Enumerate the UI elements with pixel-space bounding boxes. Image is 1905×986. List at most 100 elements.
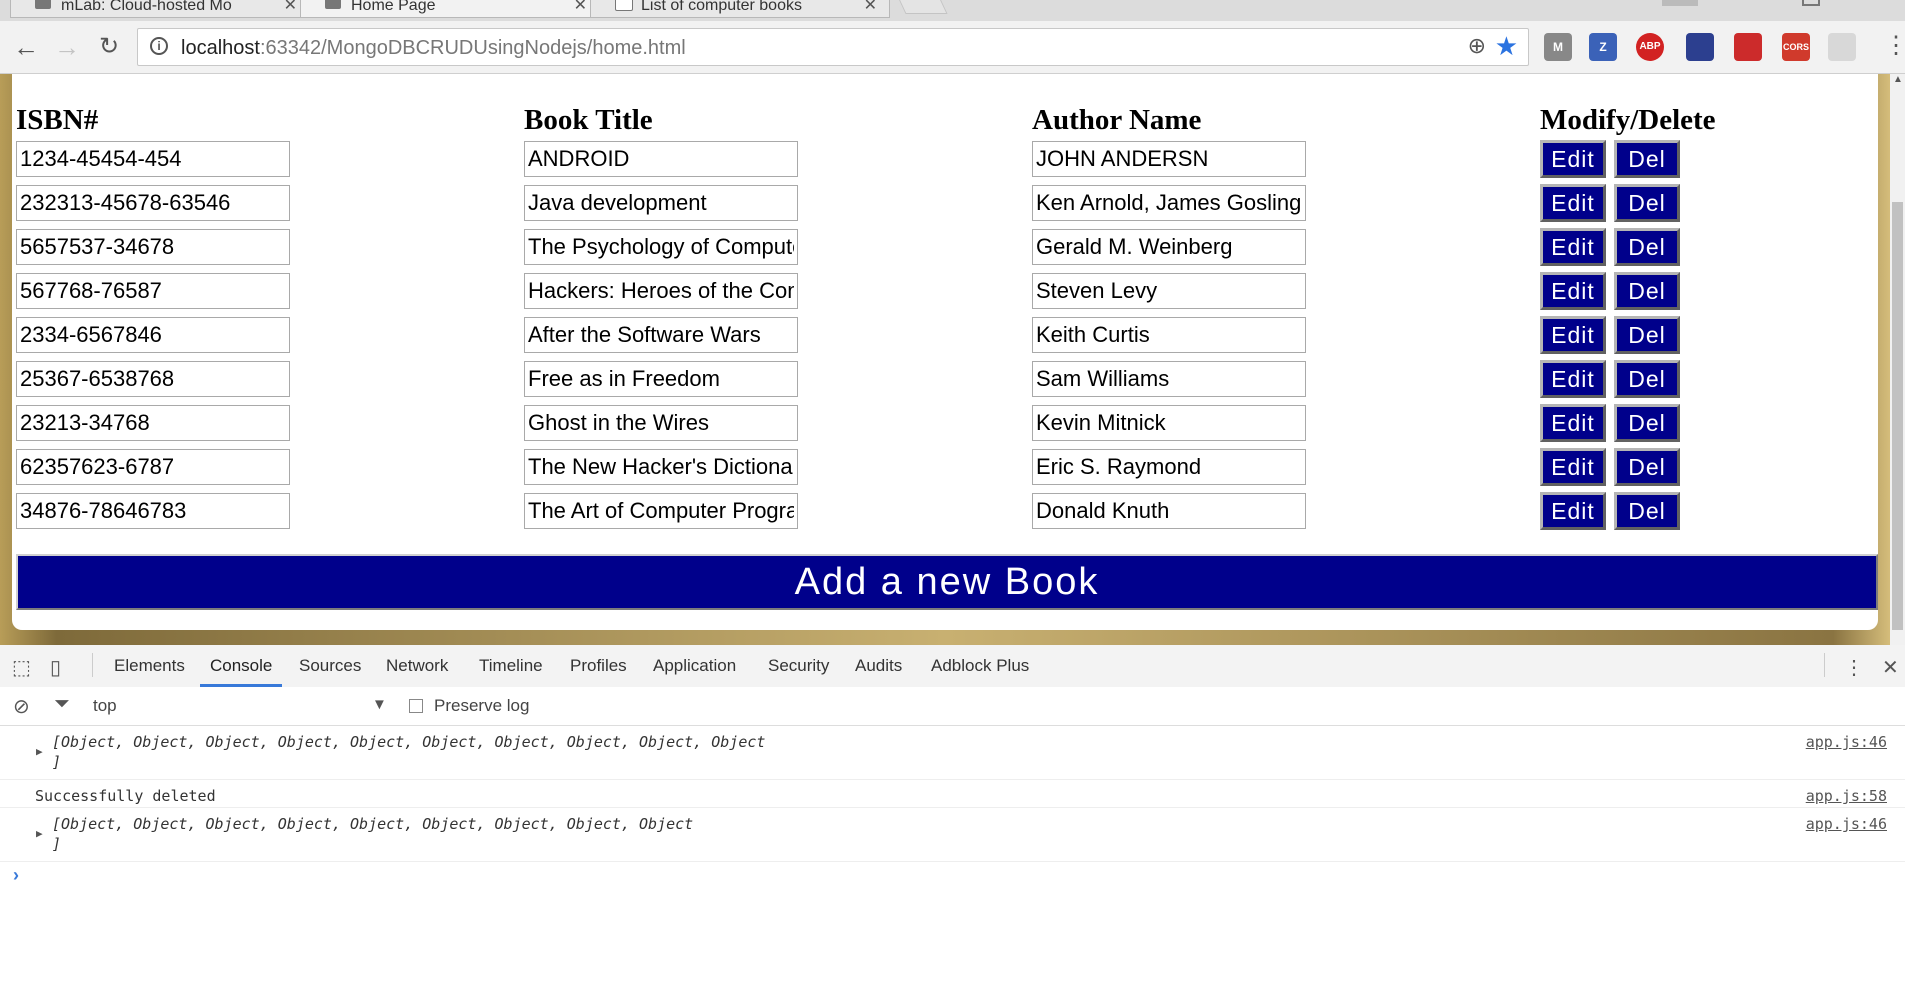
isbn-field[interactable] [16,141,290,177]
author-field[interactable] [1032,361,1306,397]
edit-button[interactable]: Edit [1540,228,1606,266]
console-prompt-icon[interactable]: › [13,865,19,886]
title-field[interactable] [524,405,798,441]
delete-button[interactable]: Del [1614,272,1680,310]
context-selector[interactable]: top [93,696,117,716]
devtools-tab-elements[interactable]: Elements [114,645,185,687]
expand-triangle-icon[interactable]: ▶ [36,827,43,840]
author-field[interactable] [1032,449,1306,485]
devtools-tab-network[interactable]: Network [386,645,448,687]
isbn-field[interactable] [16,185,290,221]
edit-button[interactable]: Edit [1540,360,1606,398]
bookmark-star-icon[interactable]: ★ [1495,31,1518,62]
isbn-field[interactable] [16,405,290,441]
title-field[interactable] [524,317,798,353]
browser-tab-computer-books[interactable]: List of computer books ✕ [590,0,890,18]
isbn-field[interactable] [16,273,290,309]
delete-button[interactable]: Del [1614,184,1680,222]
delete-button[interactable]: Del [1614,140,1680,178]
delete-button[interactable]: Del [1614,404,1680,442]
close-icon[interactable]: ✕ [284,0,297,15]
title-field[interactable] [524,185,798,221]
source-link[interactable]: app.js:46 [1806,733,1887,751]
isbn-field[interactable] [16,493,290,529]
devtools-tab-timeline[interactable]: Timeline [479,645,543,687]
isbn-field[interactable] [16,317,290,353]
edit-button[interactable]: Edit [1540,492,1606,530]
devtools-tab-console[interactable]: Console [200,645,283,687]
scroll-up-arrow-icon[interactable]: ▲ [1893,74,1903,85]
reload-icon[interactable]: ↻ [94,33,124,61]
bookmark-extension-icon[interactable] [1734,33,1762,61]
cors-extension-icon[interactable]: CORS [1782,33,1810,61]
edit-button[interactable]: Edit [1540,272,1606,310]
edit-button[interactable]: Edit [1540,404,1606,442]
devtools-tab-adblock-plus[interactable]: Adblock Plus [931,645,1029,687]
author-field[interactable] [1032,273,1306,309]
title-field[interactable] [524,361,798,397]
devtools-tab-application[interactable]: Application [653,645,736,687]
expand-triangle-icon[interactable]: ▶ [36,745,43,758]
delete-button[interactable]: Del [1614,360,1680,398]
author-field[interactable] [1032,405,1306,441]
zotero-extension-icon[interactable]: Z [1589,33,1617,61]
devtools-tab-sources[interactable]: Sources [299,645,361,687]
author-field[interactable] [1032,141,1306,177]
adblock-plus-extension-icon[interactable]: ABP [1636,33,1664,61]
title-field[interactable] [524,141,798,177]
devtools-tab-audits[interactable]: Audits [855,645,902,687]
browser-tab-home-page[interactable]: Home Page ✕ [300,0,600,18]
title-field[interactable] [524,493,798,529]
close-icon[interactable]: ✕ [864,0,877,15]
delete-button[interactable]: Del [1614,316,1680,354]
devtools-tab-security[interactable]: Security [768,645,829,687]
forward-arrow-icon[interactable]: → [52,33,82,61]
source-link[interactable]: app.js:46 [1806,815,1887,833]
edit-button[interactable]: Edit [1540,140,1606,178]
devtools-tab-profiles[interactable]: Profiles [570,645,627,687]
page-scrollbar[interactable]: ▲ [1890,74,1905,645]
console-message[interactable]: Successfully deleted app.js:58 [0,779,1905,808]
browser-menu-icon[interactable]: ⋮ [1884,31,1905,60]
title-field[interactable] [524,449,798,485]
zoom-icon[interactable]: ⊕ [1468,33,1486,59]
scroll-thumb[interactable] [1892,202,1903,630]
title-field[interactable] [524,273,798,309]
source-link[interactable]: app.js:58 [1806,787,1887,805]
url-text[interactable]: localhost:63342/MongoDBCRUDUsingNodejs/h… [181,37,686,60]
filter-icon[interactable]: ⏷ [54,693,70,716]
info-icon[interactable]: i [150,37,168,55]
minimize-window-button[interactable] [1662,0,1698,6]
author-field[interactable] [1032,229,1306,265]
add-new-book-button[interactable]: Add a new Book [16,554,1878,610]
clear-console-icon[interactable]: ⊘ [13,694,30,719]
author-field[interactable] [1032,493,1306,529]
address-bar[interactable]: i localhost:63342/MongoDBCRUDUsingNodejs… [137,28,1529,66]
edit-button[interactable]: Edit [1540,448,1606,486]
tampermonkey-extension-icon[interactable] [1686,33,1714,61]
back-arrow-icon[interactable]: ← [11,33,41,61]
isbn-field[interactable] [16,229,290,265]
isbn-field[interactable] [16,361,290,397]
delete-button[interactable]: Del [1614,448,1680,486]
dropdown-arrow-icon[interactable]: ▼ [372,696,387,713]
loading-extension-icon[interactable] [1828,33,1856,61]
delete-button[interactable]: Del [1614,492,1680,530]
console-message[interactable]: ▶ [Object, Object, Object, Object, Object… [0,807,1905,862]
edit-button[interactable]: Edit [1540,316,1606,354]
devtools-menu-icon[interactable]: ⋮ [1844,655,1864,680]
title-field[interactable] [524,229,798,265]
device-toolbar-icon[interactable]: ▯ [50,655,61,680]
author-field[interactable] [1032,317,1306,353]
new-tab-button[interactable] [894,0,948,14]
restore-window-button[interactable] [1802,0,1820,6]
isbn-field[interactable] [16,449,290,485]
delete-button[interactable]: Del [1614,228,1680,266]
close-devtools-icon[interactable]: ✕ [1882,655,1899,680]
close-icon[interactable]: ✕ [574,0,587,15]
inspect-element-icon[interactable]: ⬚ [12,655,31,680]
shield-extension-icon[interactable]: M [1544,33,1572,61]
preserve-log-checkbox[interactable] [409,699,423,713]
edit-button[interactable]: Edit [1540,184,1606,222]
console-message[interactable]: ▶ [Object, Object, Object, Object, Object… [0,725,1905,780]
